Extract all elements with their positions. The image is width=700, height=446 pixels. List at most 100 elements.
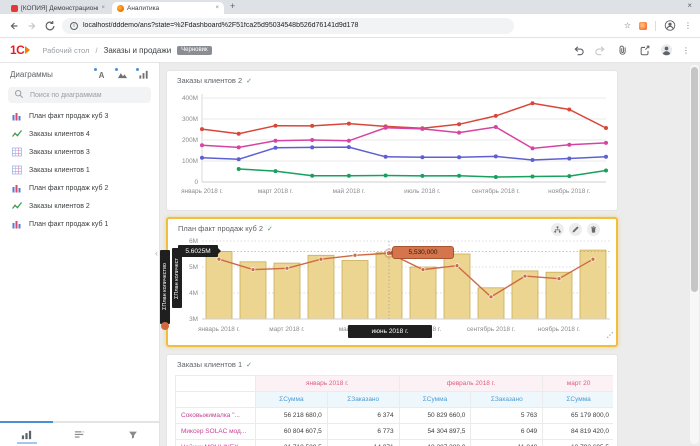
line-chart-icon: [12, 201, 22, 211]
1c-logo[interactable]: 1С: [10, 43, 30, 57]
back-icon[interactable]: [8, 20, 20, 32]
table-chart-icon: [12, 147, 22, 157]
tab-favicon-1c: [11, 5, 18, 12]
add-bar-chart-icon[interactable]: [138, 69, 149, 80]
check-icon: ✓: [246, 77, 252, 85]
resize-handle[interactable]: [606, 326, 614, 344]
logo-arrow-icon: [25, 46, 30, 54]
sidebar-item[interactable]: Заказы клиентов 1: [0, 161, 159, 179]
tab-filters[interactable]: [106, 423, 159, 446]
sidebar-collapse-icon[interactable]: ‹: [155, 248, 158, 258]
attach-link-icon[interactable]: [616, 44, 629, 57]
search-box[interactable]: [8, 87, 151, 103]
check-icon: ✓: [267, 225, 273, 233]
chart-title: Заказы клиентов 2: [177, 76, 242, 85]
add-text-icon[interactable]: A: [96, 69, 107, 80]
table-cell: 11 848: [471, 440, 543, 446]
tab-close-icon[interactable]: ×: [215, 5, 219, 11]
sidebar-item[interactable]: План факт продаж куб 3: [0, 107, 159, 125]
row-label[interactable]: Миксер SOLAC мод...: [176, 424, 256, 440]
svg-text:100M: 100M: [182, 158, 198, 165]
table-title: Заказы клиентов 1: [177, 360, 242, 369]
month-column-header[interactable]: январь 2018 г.: [256, 376, 400, 392]
breadcrumb[interactable]: Рабочий стол: [42, 46, 89, 55]
vertical-scrollbar[interactable]: [690, 65, 699, 444]
sidebar-item[interactable]: План факт продаж куб 1: [0, 215, 159, 233]
tab-diagrams[interactable]: [0, 423, 53, 446]
extension-icon[interactable]: [639, 22, 647, 30]
measure-column-header[interactable]: ΣЗаказано: [327, 392, 399, 408]
table-corner: [176, 376, 256, 392]
user-avatar[interactable]: [660, 44, 673, 57]
svg-text:400M: 400M: [182, 95, 198, 102]
measure-column-header[interactable]: ΣСумма: [543, 392, 613, 408]
svg-text:200M: 200M: [182, 137, 198, 144]
table-cell: 14 071: [327, 440, 399, 446]
sidebar-items: План факт продаж куб 3Заказы клиентов 4З…: [0, 107, 159, 233]
panel-plan-fact-cube-2[interactable]: План факт продаж куб 2✓ 3M4M5M6Mянварь 2…: [166, 217, 618, 347]
svg-text:июль 2018 г.: июль 2018 г.: [404, 188, 441, 195]
orders-table[interactable]: январь 2018 г.февраль 2018 г.март 20ΣСум…: [175, 375, 613, 446]
svg-text:5M: 5M: [189, 264, 198, 271]
row-label[interactable]: Соковыжималка "...: [176, 408, 256, 424]
svg-text:0: 0: [194, 179, 198, 186]
panel-orders-clients-1[interactable]: Заказы клиентов 1 ✓ январь 2018 г.февраль…: [166, 354, 618, 446]
panel-orders-clients-2[interactable]: Заказы клиентов 2✓ 0100M200M300M400Mянва…: [166, 70, 618, 211]
tab-close-icon[interactable]: ×: [101, 5, 105, 11]
axis-title-tooltip-truncated: ΣПлан количест: [172, 248, 182, 308]
measure-column-header[interactable]: ΣСумма: [256, 392, 328, 408]
url-text: localhost/dddemo/ans?state=%2Fdashboard%…: [83, 22, 358, 29]
month-column-header[interactable]: февраль 2018 г.: [399, 376, 543, 392]
table-cell: 10 793 695,5: [543, 440, 613, 446]
draft-badge: Черновик: [177, 46, 212, 55]
bookmark-star-icon[interactable]: ☆: [624, 21, 631, 30]
measure-column-header[interactable]: ΣСумма: [399, 392, 471, 408]
table-cell: 21 718 588,5: [256, 440, 328, 446]
new-tab-button[interactable]: +: [230, 1, 235, 11]
table-corner: [176, 392, 256, 408]
line-chart-icon: [12, 129, 22, 139]
share-export-icon[interactable]: [638, 44, 651, 57]
add-area-chart-icon[interactable]: [117, 69, 128, 80]
sidebar-item[interactable]: План факт продаж куб 2: [0, 179, 159, 197]
svg-text:май 2018 г.: май 2018 г.: [333, 187, 366, 195]
page-title: Заказы и продажи: [104, 46, 172, 55]
chart-title: План факт продаж куб 2: [178, 224, 263, 233]
dashboard-canvas: Заказы клиентов 2✓ 0100M200M300M400Mянва…: [160, 63, 700, 446]
search-input[interactable]: [28, 91, 145, 100]
window-close-icon[interactable]: ×: [687, 1, 692, 10]
table-cell: 54 304 897,5: [399, 424, 471, 440]
row-label[interactable]: Чайник MOULINEX ...: [176, 440, 256, 446]
table-cell: 5 763: [471, 408, 543, 424]
bar-chart-icon: [12, 183, 22, 193]
table-cell: 6 049: [471, 424, 543, 440]
scrollbar-thumb[interactable]: [691, 67, 698, 292]
address-bar[interactable]: i localhost/dddemo/ans?state=%2Fdashboar…: [62, 18, 514, 34]
tab-list[interactable]: [53, 423, 106, 446]
browser-menu-icon[interactable]: ⋮: [684, 21, 692, 30]
table-cell: 6 374: [327, 408, 399, 424]
sidebar-item[interactable]: Заказы клиентов 3: [0, 143, 159, 161]
redo-icon[interactable]: [594, 44, 607, 57]
svg-text:март 2018 г.: март 2018 г.: [258, 188, 294, 195]
browser-tab-analytics[interactable]: Аналитика ×: [112, 2, 224, 14]
undo-icon[interactable]: [572, 44, 585, 57]
measure-column-header[interactable]: ΣЗаказано: [471, 392, 543, 408]
forward-icon[interactable]: [26, 20, 38, 32]
site-info-icon[interactable]: i: [70, 22, 78, 30]
check-icon: ✓: [246, 361, 252, 369]
tab-favicon-analytics: [117, 5, 124, 12]
line-chart[interactable]: 0100M200M300M400Mянварь 2018 г.март 2018…: [172, 88, 614, 206]
tab-strip: [КОПИЯ] Демонстрационная б × Аналитика ×…: [0, 0, 700, 14]
browser-tab-demo[interactable]: [КОПИЯ] Демонстрационная б ×: [6, 2, 110, 14]
sidebar-item[interactable]: Заказы клиентов 4: [0, 125, 159, 143]
svg-text:январь 2018 г.: январь 2018 г.: [198, 326, 240, 333]
sidebar-item[interactable]: Заказы клиентов 2: [0, 197, 159, 215]
month-column-header[interactable]: март 20: [543, 376, 613, 392]
table-row: Миксер SOLAC мод...60 804 607,56 77354 3…: [176, 424, 614, 440]
browser-toolbar: i localhost/dddemo/ans?state=%2Fdashboar…: [0, 14, 700, 38]
app-menu-icon[interactable]: ⋮: [682, 46, 690, 55]
browser-profile-icon[interactable]: [664, 20, 676, 32]
reload-icon[interactable]: [44, 20, 56, 32]
svg-text:4M: 4M: [189, 290, 198, 297]
